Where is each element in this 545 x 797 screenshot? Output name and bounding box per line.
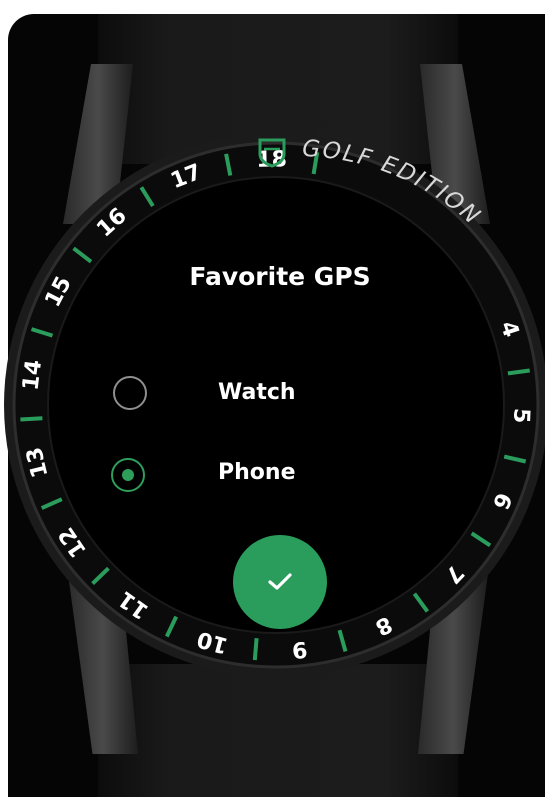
bezel-number: 5 — [508, 408, 534, 424]
radio-phone[interactable] — [111, 458, 145, 492]
radio-selected-dot — [122, 469, 134, 481]
bezel-tick — [252, 638, 259, 661]
bezel-number: 14 — [19, 358, 48, 391]
radio-watch[interactable] — [113, 376, 147, 410]
bezel-tick — [20, 416, 43, 422]
confirm-button[interactable] — [233, 535, 327, 629]
option-label-watch[interactable]: Watch — [218, 380, 296, 405]
option-label-phone[interactable]: Phone — [218, 460, 295, 485]
bezel-number: 9 — [291, 636, 309, 662]
page-title: Favorite GPS — [189, 262, 371, 291]
checkmark-icon — [268, 573, 292, 590]
